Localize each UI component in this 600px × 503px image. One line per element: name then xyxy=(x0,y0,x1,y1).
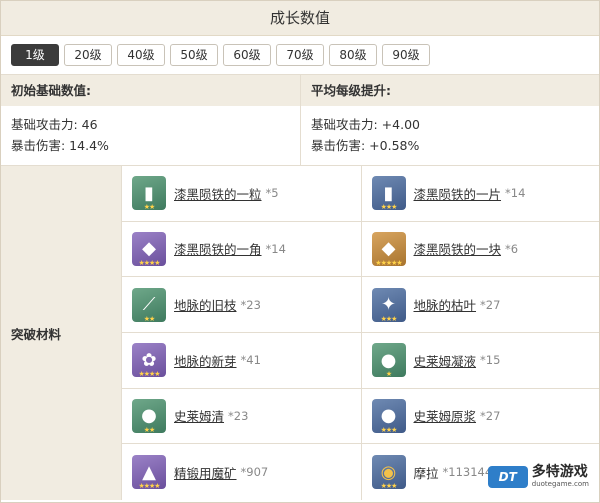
slime-icon: ● ★ xyxy=(371,343,406,379)
material-item: ▲ ★★★★ 精锻用魔矿 *907 xyxy=(122,444,361,500)
material-count: *41 xyxy=(240,353,261,368)
base-stats-heading: 初始基础数值: xyxy=(1,75,300,106)
base-stats: 初始基础数值: 基础攻击力: 46 暴击伤害: 14.4% xyxy=(1,75,300,165)
material-name[interactable]: 漆黑陨铁的一块 xyxy=(414,239,502,258)
chunk-icon: ◆ ★★★★★ xyxy=(371,231,406,267)
fragment-icon: ▮ ★★ xyxy=(132,176,166,212)
watermark: DT 多特游戏 duotegame.com xyxy=(487,464,589,488)
material-count: *6 xyxy=(505,241,519,256)
material-count: *5 xyxy=(265,186,279,201)
watermark-brand: 多特游戏 xyxy=(531,464,588,480)
material-name: 摩拉 xyxy=(413,465,439,481)
watermark-url: duotegame.com xyxy=(531,480,589,488)
material-name[interactable]: 地脉的新芽 xyxy=(174,351,237,370)
material-item: ✦ ★★★ 地脉的枯叶 *27 xyxy=(360,277,599,333)
growth-atk: 基础攻击力: +4.00 xyxy=(311,117,420,132)
sprout-icon: ✿ ★★★★ xyxy=(132,343,166,379)
materials-section: 突破材料 ▮ ★★ 漆黑陨铁的一粒 *5 ▮ ★★★ 漆黑陨铁的一片 *14 ◆ ★★★★ 漆黑陨铁… xyxy=(1,165,599,500)
slime-icon: ● ★★ xyxy=(132,398,166,434)
level-tab-50[interactable]: 50级 xyxy=(170,44,218,66)
growth-stats-heading: 平均每级提升: xyxy=(301,75,599,106)
material-item: ◆ ★★★★ 漆黑陨铁的一角 *14 xyxy=(122,222,361,278)
rarity-stars: ★★ xyxy=(143,425,156,434)
rarity-stars: ★★★ xyxy=(380,314,398,323)
material-name[interactable]: 漆黑陨铁的一片 xyxy=(414,184,502,203)
material-item: ● ★ 史莱姆凝液 *15 xyxy=(360,333,599,389)
growth-stats: 平均每级提升: 基础攻击力: +4.00 暴击伤害: +0.58% xyxy=(300,75,599,165)
level-tab-40[interactable]: 40级 xyxy=(117,44,165,66)
stats-section: 初始基础数值: 基础攻击力: 46 暴击伤害: 14.4% 平均每级提升: 基础… xyxy=(1,74,599,165)
material-item: ◆ ★★★★★ 漆黑陨铁的一块 *6 xyxy=(360,221,599,278)
rarity-stars: ★★★★ xyxy=(138,370,160,379)
material-count: *27 xyxy=(480,297,501,312)
level-tab-70[interactable]: 70级 xyxy=(276,44,324,66)
material-count: *907 xyxy=(240,465,269,480)
material-name[interactable]: 史莱姆清 xyxy=(174,406,224,425)
material-name[interactable]: 漆黑陨铁的一角 xyxy=(174,239,262,258)
rarity-stars: ★★★★★ xyxy=(375,258,402,267)
growth-panel: 成长数值 1级 20级 40级 50级 60级 70级 80级 90级 初始基础… xyxy=(0,0,600,503)
material-name[interactable]: 史莱姆凝液 xyxy=(414,351,477,370)
growth-crit: 暴击伤害: +0.58% xyxy=(311,138,420,153)
material-count: *27 xyxy=(480,408,501,423)
level-tabs: 1级 20级 40级 50级 60级 70级 80级 90级 xyxy=(1,36,599,74)
material-item: ⟋ ★★ 地脉的旧枝 *23 xyxy=(122,277,361,333)
material-item: ▮ ★★ 漆黑陨铁的一粒 *5 xyxy=(122,166,361,222)
material-count: *23 xyxy=(228,408,249,423)
material-name[interactable]: 地脉的枯叶 xyxy=(414,295,477,314)
material-name[interactable]: 精锻用魔矿 xyxy=(174,463,237,482)
coin-icon: ◉ ★★★ xyxy=(371,455,406,491)
level-tab-90[interactable]: 90级 xyxy=(382,44,430,66)
material-count: *15 xyxy=(480,353,501,368)
level-tab-1[interactable]: 1级 xyxy=(11,44,59,66)
rarity-stars: ★★★ xyxy=(380,482,398,491)
level-tab-20[interactable]: 20级 xyxy=(64,44,112,66)
level-tab-80[interactable]: 80级 xyxy=(329,44,377,66)
rarity-stars: ★★★ xyxy=(380,425,398,434)
materials-label: 突破材料 xyxy=(1,166,122,500)
level-tab-60[interactable]: 60级 xyxy=(223,44,271,66)
material-name[interactable]: 地脉的旧枝 xyxy=(174,295,237,314)
rarity-stars: ★★★ xyxy=(380,203,398,212)
material-name[interactable]: 漆黑陨铁的一粒 xyxy=(174,184,262,203)
materials-grid: ▮ ★★ 漆黑陨铁的一粒 *5 ▮ ★★★ 漆黑陨铁的一片 *14 ◆ ★★★★ 漆黑陨铁的一角 *1… xyxy=(122,166,599,500)
material-item: ▮ ★★★ 漆黑陨铁的一片 *14 xyxy=(360,166,599,222)
crystal-icon: ▲ ★★★★ xyxy=(132,455,166,491)
material-item: ● ★★★ 史莱姆原浆 *27 xyxy=(360,388,599,445)
panel-title: 成长数值 xyxy=(1,1,599,36)
branch-icon: ⟋ ★★ xyxy=(132,287,166,323)
slime-icon: ● ★★★ xyxy=(371,398,406,434)
rarity-stars: ★★ xyxy=(143,314,156,323)
material-item: ✿ ★★★★ 地脉的新芽 *41 xyxy=(122,333,361,389)
material-count: *14 xyxy=(265,241,286,256)
material-count: *14 xyxy=(505,186,526,201)
rarity-stars: ★★ xyxy=(143,203,156,212)
base-crit: 暴击伤害: 14.4% xyxy=(11,138,109,153)
watermark-logo: DT xyxy=(487,465,528,488)
base-atk: 基础攻击力: 46 xyxy=(11,117,98,132)
chunk-icon: ◆ ★★★★ xyxy=(132,231,166,267)
rarity-stars: ★ xyxy=(385,370,392,379)
material-name[interactable]: 史莱姆原浆 xyxy=(414,406,477,425)
fragment-icon: ▮ ★★★ xyxy=(371,176,406,212)
leaf-icon: ✦ ★★★ xyxy=(371,287,406,323)
material-count: *23 xyxy=(240,297,261,312)
material-item: ● ★★ 史莱姆清 *23 xyxy=(122,389,361,445)
rarity-stars: ★★★★ xyxy=(138,482,160,491)
rarity-stars: ★★★★ xyxy=(138,258,160,267)
